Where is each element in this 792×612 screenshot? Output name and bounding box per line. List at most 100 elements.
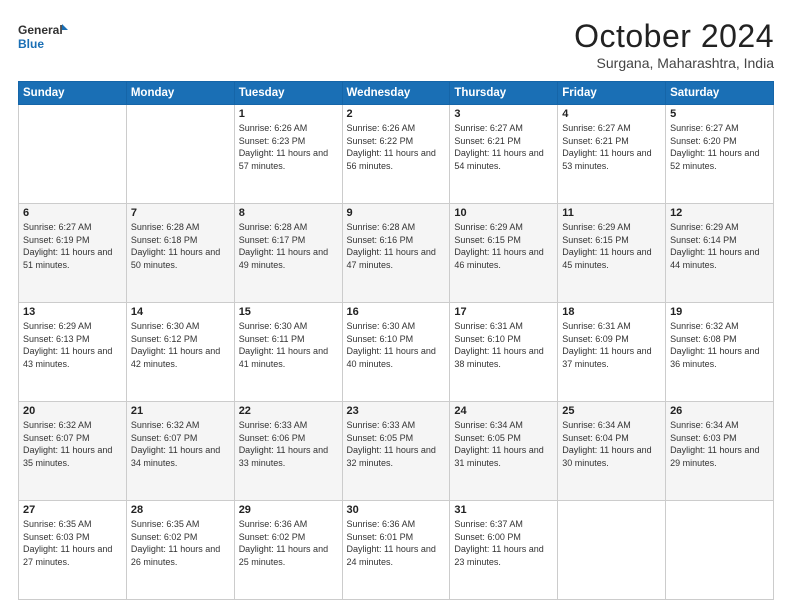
sunset-text: Sunset: 6:16 PM (347, 235, 414, 245)
calendar-cell: 2 Sunrise: 6:26 AM Sunset: 6:22 PM Dayli… (342, 105, 450, 204)
cell-info: Sunrise: 6:29 AM Sunset: 6:15 PM Dayligh… (562, 221, 661, 271)
sunset-text: Sunset: 6:02 PM (239, 532, 306, 542)
daylight-text: Daylight: 11 hours and 45 minutes. (562, 247, 651, 270)
day-number: 28 (131, 504, 230, 516)
calendar-cell: 30 Sunrise: 6:36 AM Sunset: 6:01 PM Dayl… (342, 501, 450, 600)
calendar-cell: 6 Sunrise: 6:27 AM Sunset: 6:19 PM Dayli… (19, 204, 127, 303)
daylight-text: Daylight: 11 hours and 57 minutes. (239, 148, 328, 171)
sunset-text: Sunset: 6:06 PM (239, 433, 306, 443)
location: Surgana, Maharashtra, India (574, 55, 774, 71)
daylight-text: Daylight: 11 hours and 51 minutes. (23, 247, 112, 270)
daylight-text: Daylight: 11 hours and 40 minutes. (347, 346, 436, 369)
cell-info: Sunrise: 6:33 AM Sunset: 6:06 PM Dayligh… (239, 419, 338, 469)
sunset-text: Sunset: 6:03 PM (23, 532, 90, 542)
calendar-cell: 29 Sunrise: 6:36 AM Sunset: 6:02 PM Dayl… (234, 501, 342, 600)
daylight-text: Daylight: 11 hours and 49 minutes. (239, 247, 328, 270)
cell-info: Sunrise: 6:34 AM Sunset: 6:04 PM Dayligh… (562, 419, 661, 469)
day-number: 8 (239, 207, 338, 219)
cell-info: Sunrise: 6:32 AM Sunset: 6:08 PM Dayligh… (670, 320, 769, 370)
sunrise-text: Sunrise: 6:26 AM (239, 123, 308, 133)
sunset-text: Sunset: 6:12 PM (131, 334, 198, 344)
col-friday: Friday (558, 82, 666, 105)
day-number: 30 (347, 504, 446, 516)
month-title: October 2024 (574, 18, 774, 55)
sunrise-text: Sunrise: 6:31 AM (454, 321, 523, 331)
daylight-text: Daylight: 11 hours and 47 minutes. (347, 247, 436, 270)
sunset-text: Sunset: 6:22 PM (347, 136, 414, 146)
daylight-text: Daylight: 11 hours and 53 minutes. (562, 148, 651, 171)
sunset-text: Sunset: 6:14 PM (670, 235, 737, 245)
day-number: 25 (562, 405, 661, 417)
cell-info: Sunrise: 6:35 AM Sunset: 6:02 PM Dayligh… (131, 518, 230, 568)
sunrise-text: Sunrise: 6:32 AM (131, 420, 200, 430)
cell-info: Sunrise: 6:31 AM Sunset: 6:09 PM Dayligh… (562, 320, 661, 370)
day-number: 6 (23, 207, 122, 219)
daylight-text: Daylight: 11 hours and 29 minutes. (670, 445, 759, 468)
calendar-cell: 31 Sunrise: 6:37 AM Sunset: 6:00 PM Dayl… (450, 501, 558, 600)
cell-info: Sunrise: 6:30 AM Sunset: 6:12 PM Dayligh… (131, 320, 230, 370)
daylight-text: Daylight: 11 hours and 44 minutes. (670, 247, 759, 270)
title-block: October 2024 Surgana, Maharashtra, India (574, 18, 774, 71)
sunrise-text: Sunrise: 6:36 AM (347, 519, 416, 529)
calendar-cell: 13 Sunrise: 6:29 AM Sunset: 6:13 PM Dayl… (19, 303, 127, 402)
page: General Blue October 2024 Surgana, Mahar… (0, 0, 792, 612)
calendar-cell: 14 Sunrise: 6:30 AM Sunset: 6:12 PM Dayl… (126, 303, 234, 402)
sunrise-text: Sunrise: 6:26 AM (347, 123, 416, 133)
calendar-cell (126, 105, 234, 204)
sunrise-text: Sunrise: 6:27 AM (562, 123, 631, 133)
calendar-cell: 28 Sunrise: 6:35 AM Sunset: 6:02 PM Dayl… (126, 501, 234, 600)
cell-info: Sunrise: 6:27 AM Sunset: 6:21 PM Dayligh… (454, 122, 553, 172)
daylight-text: Daylight: 11 hours and 30 minutes. (562, 445, 651, 468)
day-number: 17 (454, 306, 553, 318)
day-number: 5 (670, 108, 769, 120)
calendar-week-row: 1 Sunrise: 6:26 AM Sunset: 6:23 PM Dayli… (19, 105, 774, 204)
sunrise-text: Sunrise: 6:32 AM (670, 321, 739, 331)
sunrise-text: Sunrise: 6:34 AM (562, 420, 631, 430)
sunrise-text: Sunrise: 6:32 AM (23, 420, 92, 430)
sunrise-text: Sunrise: 6:29 AM (23, 321, 92, 331)
cell-info: Sunrise: 6:33 AM Sunset: 6:05 PM Dayligh… (347, 419, 446, 469)
col-wednesday: Wednesday (342, 82, 450, 105)
daylight-text: Daylight: 11 hours and 52 minutes. (670, 148, 759, 171)
sunset-text: Sunset: 6:21 PM (454, 136, 521, 146)
sunrise-text: Sunrise: 6:29 AM (562, 222, 631, 232)
calendar-week-row: 27 Sunrise: 6:35 AM Sunset: 6:03 PM Dayl… (19, 501, 774, 600)
sunrise-text: Sunrise: 6:31 AM (562, 321, 631, 331)
calendar-cell: 18 Sunrise: 6:31 AM Sunset: 6:09 PM Dayl… (558, 303, 666, 402)
day-number: 13 (23, 306, 122, 318)
day-number: 16 (347, 306, 446, 318)
day-number: 14 (131, 306, 230, 318)
calendar-cell: 10 Sunrise: 6:29 AM Sunset: 6:15 PM Dayl… (450, 204, 558, 303)
day-number: 15 (239, 306, 338, 318)
cell-info: Sunrise: 6:37 AM Sunset: 6:00 PM Dayligh… (454, 518, 553, 568)
col-thursday: Thursday (450, 82, 558, 105)
calendar-cell: 23 Sunrise: 6:33 AM Sunset: 6:05 PM Dayl… (342, 402, 450, 501)
logo-svg: General Blue (18, 18, 68, 56)
cell-info: Sunrise: 6:27 AM Sunset: 6:21 PM Dayligh… (562, 122, 661, 172)
calendar-cell: 22 Sunrise: 6:33 AM Sunset: 6:06 PM Dayl… (234, 402, 342, 501)
day-number: 20 (23, 405, 122, 417)
calendar-cell: 7 Sunrise: 6:28 AM Sunset: 6:18 PM Dayli… (126, 204, 234, 303)
calendar-cell: 15 Sunrise: 6:30 AM Sunset: 6:11 PM Dayl… (234, 303, 342, 402)
calendar-cell: 17 Sunrise: 6:31 AM Sunset: 6:10 PM Dayl… (450, 303, 558, 402)
cell-info: Sunrise: 6:35 AM Sunset: 6:03 PM Dayligh… (23, 518, 122, 568)
sunset-text: Sunset: 6:02 PM (131, 532, 198, 542)
sunrise-text: Sunrise: 6:35 AM (23, 519, 92, 529)
day-number: 3 (454, 108, 553, 120)
sunset-text: Sunset: 6:05 PM (454, 433, 521, 443)
day-number: 11 (562, 207, 661, 219)
sunset-text: Sunset: 6:17 PM (239, 235, 306, 245)
daylight-text: Daylight: 11 hours and 43 minutes. (23, 346, 112, 369)
cell-info: Sunrise: 6:30 AM Sunset: 6:10 PM Dayligh… (347, 320, 446, 370)
daylight-text: Daylight: 11 hours and 33 minutes. (239, 445, 328, 468)
cell-info: Sunrise: 6:27 AM Sunset: 6:19 PM Dayligh… (23, 221, 122, 271)
sunset-text: Sunset: 6:01 PM (347, 532, 414, 542)
cell-info: Sunrise: 6:31 AM Sunset: 6:10 PM Dayligh… (454, 320, 553, 370)
sunset-text: Sunset: 6:00 PM (454, 532, 521, 542)
sunrise-text: Sunrise: 6:28 AM (131, 222, 200, 232)
calendar-cell: 8 Sunrise: 6:28 AM Sunset: 6:17 PM Dayli… (234, 204, 342, 303)
day-number: 2 (347, 108, 446, 120)
calendar-week-row: 13 Sunrise: 6:29 AM Sunset: 6:13 PM Dayl… (19, 303, 774, 402)
calendar-cell: 16 Sunrise: 6:30 AM Sunset: 6:10 PM Dayl… (342, 303, 450, 402)
day-number: 26 (670, 405, 769, 417)
